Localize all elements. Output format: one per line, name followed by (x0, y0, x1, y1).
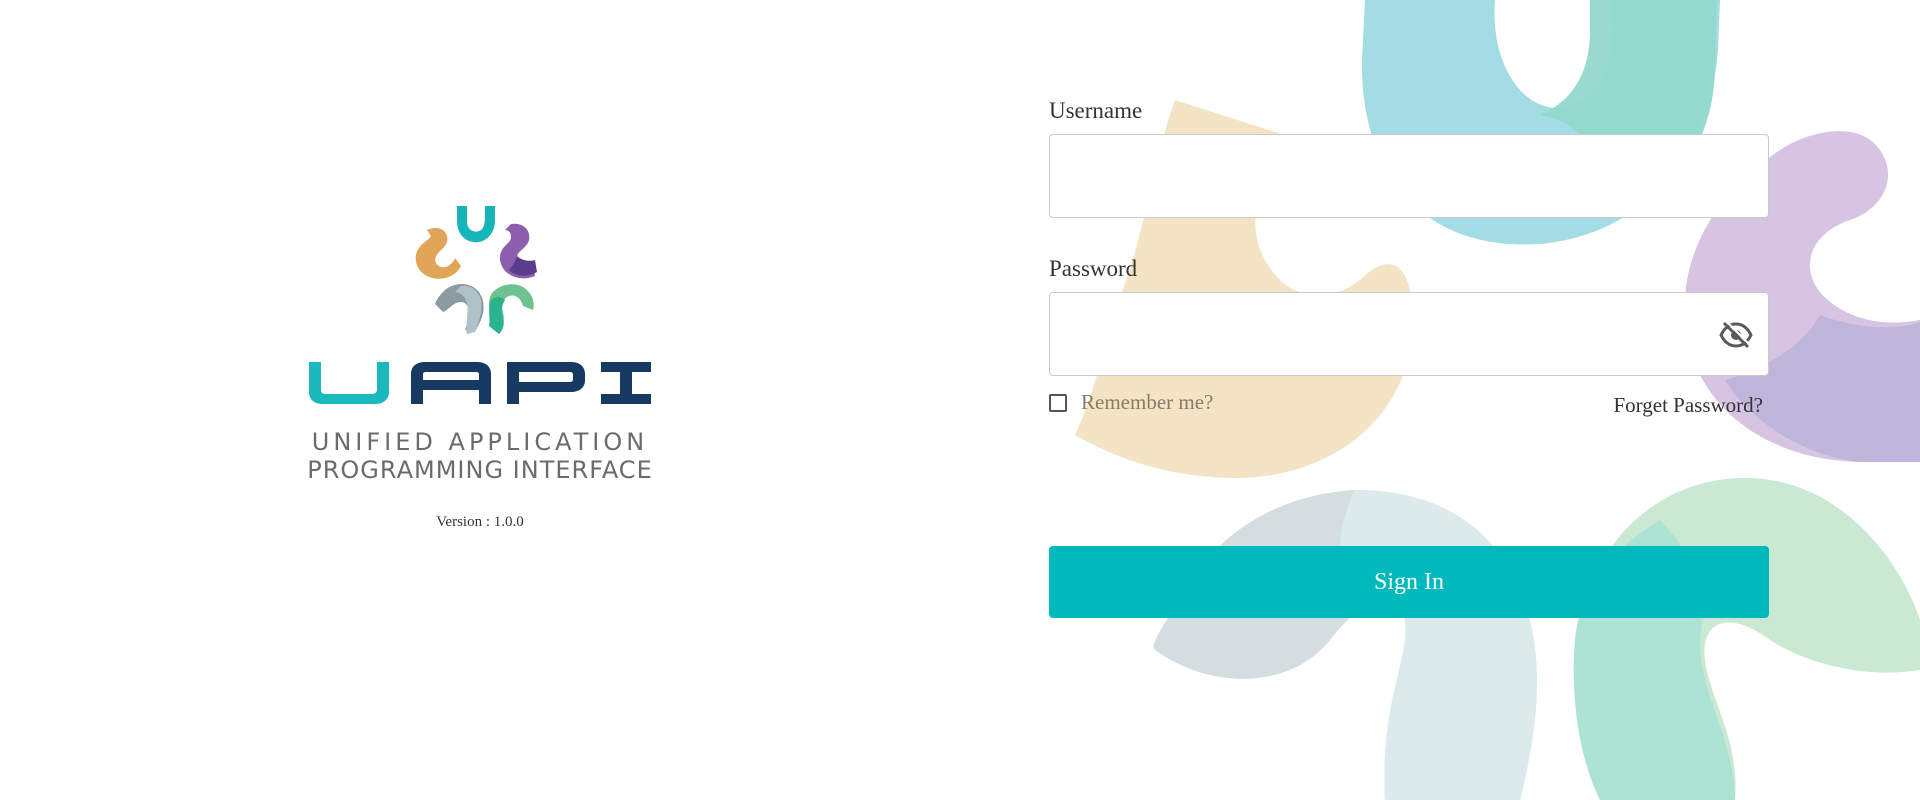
remember-me-checkbox[interactable] (1049, 393, 1067, 412)
login-form: Username Password Remember me? Forget Pa… (1049, 98, 1769, 618)
logo-petal-orange (415, 228, 461, 279)
username-input[interactable] (1050, 135, 1768, 217)
brand-panel: UNIFIED APPLICATION PROGRAMMING INTERFAC… (300, 200, 660, 531)
tagline-line-1: UNIFIED APPLICATION (311, 428, 649, 456)
forgot-password-link[interactable]: Forget Password? (1613, 393, 1763, 418)
wordmark-letter-p (507, 362, 585, 404)
brand-tagline: UNIFIED APPLICATION PROGRAMMING INTERFAC… (300, 428, 660, 484)
password-label: Password (1049, 256, 1138, 281)
form-options-row: Remember me? Forget Password? (1049, 390, 1769, 430)
sign-in-button[interactable]: Sign In (1049, 546, 1769, 618)
version-text: Version : 1.0.0 (436, 514, 524, 530)
tagline-line-2: PROGRAMMING INTERFACE (307, 456, 653, 484)
wordmark-letter-i (601, 362, 651, 404)
remember-me: Remember me? (1049, 390, 1213, 415)
wordmark-letter-a (411, 362, 491, 404)
password-input[interactable] (1050, 293, 1768, 375)
logo-petal-teal (457, 206, 495, 243)
password-field-wrap (1049, 292, 1769, 376)
remember-me-label[interactable]: Remember me? (1081, 390, 1213, 415)
uapi-wordmark (309, 362, 651, 404)
username-field-wrap (1049, 134, 1769, 218)
eye-slash-icon[interactable] (1718, 317, 1754, 353)
login-page: UNIFIED APPLICATION PROGRAMMING INTERFAC… (0, 0, 1920, 800)
wordmark-letter-u (309, 362, 389, 404)
username-label: Username (1049, 98, 1143, 123)
flower-logo-icon (415, 206, 537, 334)
